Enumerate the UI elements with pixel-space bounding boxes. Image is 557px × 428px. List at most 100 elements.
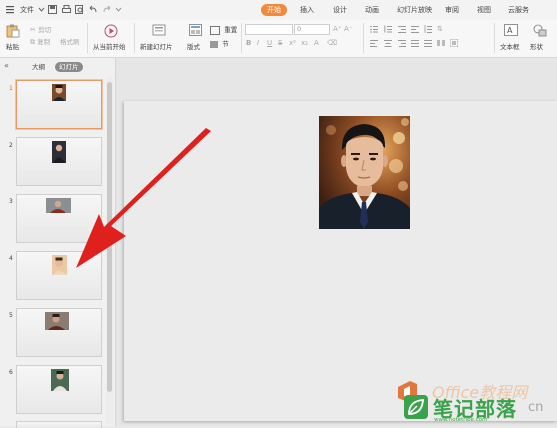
tab-home[interactable]: 开始 xyxy=(261,4,287,16)
save-icon[interactable] xyxy=(48,5,57,14)
ribbon-toolbar: 粘贴 ✂ 剪切 ⧉ 复制 格式刷 从当前开始 新建幻灯片 版式 重置 节 0 A… xyxy=(0,20,557,58)
font-color-icon[interactable]: A xyxy=(314,39,322,47)
strikethrough-icon[interactable]: S xyxy=(278,39,286,47)
slide-thumbnail-1[interactable] xyxy=(16,80,102,129)
slide-thumbnail-5[interactable] xyxy=(16,308,102,357)
slide-thumbnail-2[interactable] xyxy=(16,137,102,186)
print-icon[interactable] xyxy=(62,5,71,14)
portrait-image xyxy=(319,116,410,229)
slide-thumbnail-7[interactable] xyxy=(16,421,102,428)
slide-number: 2 xyxy=(9,142,13,149)
hamburger-menu-icon[interactable] xyxy=(6,5,15,14)
copy-button[interactable]: ⧉ 复制 xyxy=(30,36,50,46)
portrait-thumbnail xyxy=(52,84,66,101)
shape-icon xyxy=(533,24,547,37)
layout-button[interactable]: 版式 xyxy=(186,23,206,53)
slide-thumbnail-3[interactable] xyxy=(16,194,102,243)
tab-outline[interactable]: 大纲 xyxy=(28,62,49,72)
print-preview-icon[interactable] xyxy=(75,5,84,14)
portrait-thumbnail xyxy=(45,312,69,330)
tab-slideshow[interactable]: 幻灯片放映 xyxy=(397,4,432,16)
bullet-list-icon[interactable] xyxy=(370,25,378,33)
portrait-thumbnail xyxy=(46,198,71,213)
line-spacing-icon[interactable] xyxy=(424,25,432,33)
cut-label: 剪切 xyxy=(38,26,52,34)
portrait-thumbnail xyxy=(52,141,66,163)
slide-thumbnail-panel: « 大纲 幻灯片 1 2 3 4 5 6 xyxy=(0,58,116,428)
copy-icon: ⧉ xyxy=(30,38,35,46)
paste-label: 粘贴 xyxy=(6,43,19,51)
clear-format-icon[interactable]: ⌫ xyxy=(327,39,337,47)
slide-portrait-photo[interactable] xyxy=(319,116,410,229)
watermark: Office教程网 笔记部落 cn www.notetribe.com xyxy=(395,378,557,426)
underline-icon[interactable]: U xyxy=(267,39,275,47)
section-label: 节 xyxy=(222,40,229,48)
smartart-icon[interactable] xyxy=(449,38,459,48)
file-menu[interactable]: 文件 xyxy=(20,4,34,16)
ribbon-divider xyxy=(134,23,135,53)
tab-slides[interactable]: 幻灯片 xyxy=(55,62,83,72)
tab-animation[interactable]: 动画 xyxy=(365,4,379,16)
portrait-thumbnail xyxy=(51,369,69,391)
font-name-select[interactable] xyxy=(245,24,293,35)
slide-editing-area xyxy=(116,58,557,426)
italic-icon[interactable]: I xyxy=(257,39,265,47)
align-center-icon[interactable] xyxy=(384,39,392,47)
undo-icon[interactable] xyxy=(89,5,98,14)
reset-icon xyxy=(210,25,220,35)
scissors-icon: ✂ xyxy=(30,26,36,34)
text-direction-icon[interactable]: ⇅ xyxy=(437,25,445,33)
columns-icon[interactable] xyxy=(437,39,445,47)
ribbon-divider xyxy=(494,23,495,53)
section-button[interactable]: 节 xyxy=(210,38,229,48)
chevron-down-icon[interactable] xyxy=(114,5,123,14)
shape-label: 形状 xyxy=(530,43,543,51)
collapse-panel-icon[interactable]: « xyxy=(4,61,9,70)
subscript-icon[interactable]: x₂ xyxy=(301,39,309,47)
chevron-down-icon[interactable] xyxy=(37,5,46,14)
reset-button[interactable]: 重置 xyxy=(210,24,238,35)
font-size-value: 0 xyxy=(297,25,302,33)
cut-button[interactable]: ✂ 剪切 xyxy=(30,24,52,34)
tab-review[interactable]: 审阅 xyxy=(445,4,459,16)
tab-view[interactable]: 视图 xyxy=(477,4,491,16)
font-size-select[interactable]: 0 xyxy=(294,24,330,35)
distribute-icon[interactable] xyxy=(424,39,432,47)
slide-number: 3 xyxy=(9,198,13,205)
justify-icon[interactable] xyxy=(411,39,419,47)
align-left-icon[interactable] xyxy=(370,39,378,47)
layout-icon xyxy=(189,24,202,36)
paste-button[interactable]: 粘贴 xyxy=(4,23,22,53)
menu-bar: 文件 开始 插入 设计 动画 幻灯片放映 审阅 视图 云服务 xyxy=(0,0,557,21)
align-right-icon[interactable] xyxy=(398,39,406,47)
play-from-current-label: 从当前开始 xyxy=(93,43,126,51)
scrollbar-thumb[interactable] xyxy=(107,82,112,392)
increase-font-icon[interactable]: A⁺ xyxy=(333,25,341,33)
tab-insert[interactable]: 插入 xyxy=(300,4,314,16)
bold-icon[interactable]: B xyxy=(246,39,254,47)
decrease-font-icon[interactable]: A⁻ xyxy=(344,25,352,33)
increase-indent-icon[interactable] xyxy=(411,25,419,33)
numbered-list-icon[interactable] xyxy=(384,25,392,33)
decrease-indent-icon[interactable] xyxy=(398,25,406,33)
section-icon xyxy=(210,40,218,48)
textbox-label: 文本框 xyxy=(500,43,520,51)
shape-button[interactable]: 形状 xyxy=(528,23,554,53)
play-icon xyxy=(104,24,118,38)
panel-scrollbar[interactable] xyxy=(106,78,113,424)
slide-thumbnail-4[interactable] xyxy=(16,251,102,300)
reset-label: 重置 xyxy=(224,26,238,34)
watermark-domain-suffix: cn xyxy=(528,400,544,415)
tab-cloud-service[interactable]: 云服务 xyxy=(508,4,529,16)
slide-thumbnail-6[interactable] xyxy=(16,365,102,414)
watermark-badge xyxy=(404,395,428,419)
new-slide-button[interactable]: 新建幻灯片 xyxy=(140,23,178,53)
superscript-icon[interactable]: x² xyxy=(289,39,297,47)
textbox-button[interactable]: A 文本框 xyxy=(498,23,524,53)
new-slide-label: 新建幻灯片 xyxy=(140,43,173,51)
redo-icon[interactable] xyxy=(102,5,111,14)
pen-leaf-icon xyxy=(408,399,424,415)
play-from-current-button[interactable]: 从当前开始 xyxy=(93,23,129,53)
tab-design[interactable]: 设计 xyxy=(333,4,347,16)
panel-tabs: « 大纲 幻灯片 xyxy=(0,58,115,74)
